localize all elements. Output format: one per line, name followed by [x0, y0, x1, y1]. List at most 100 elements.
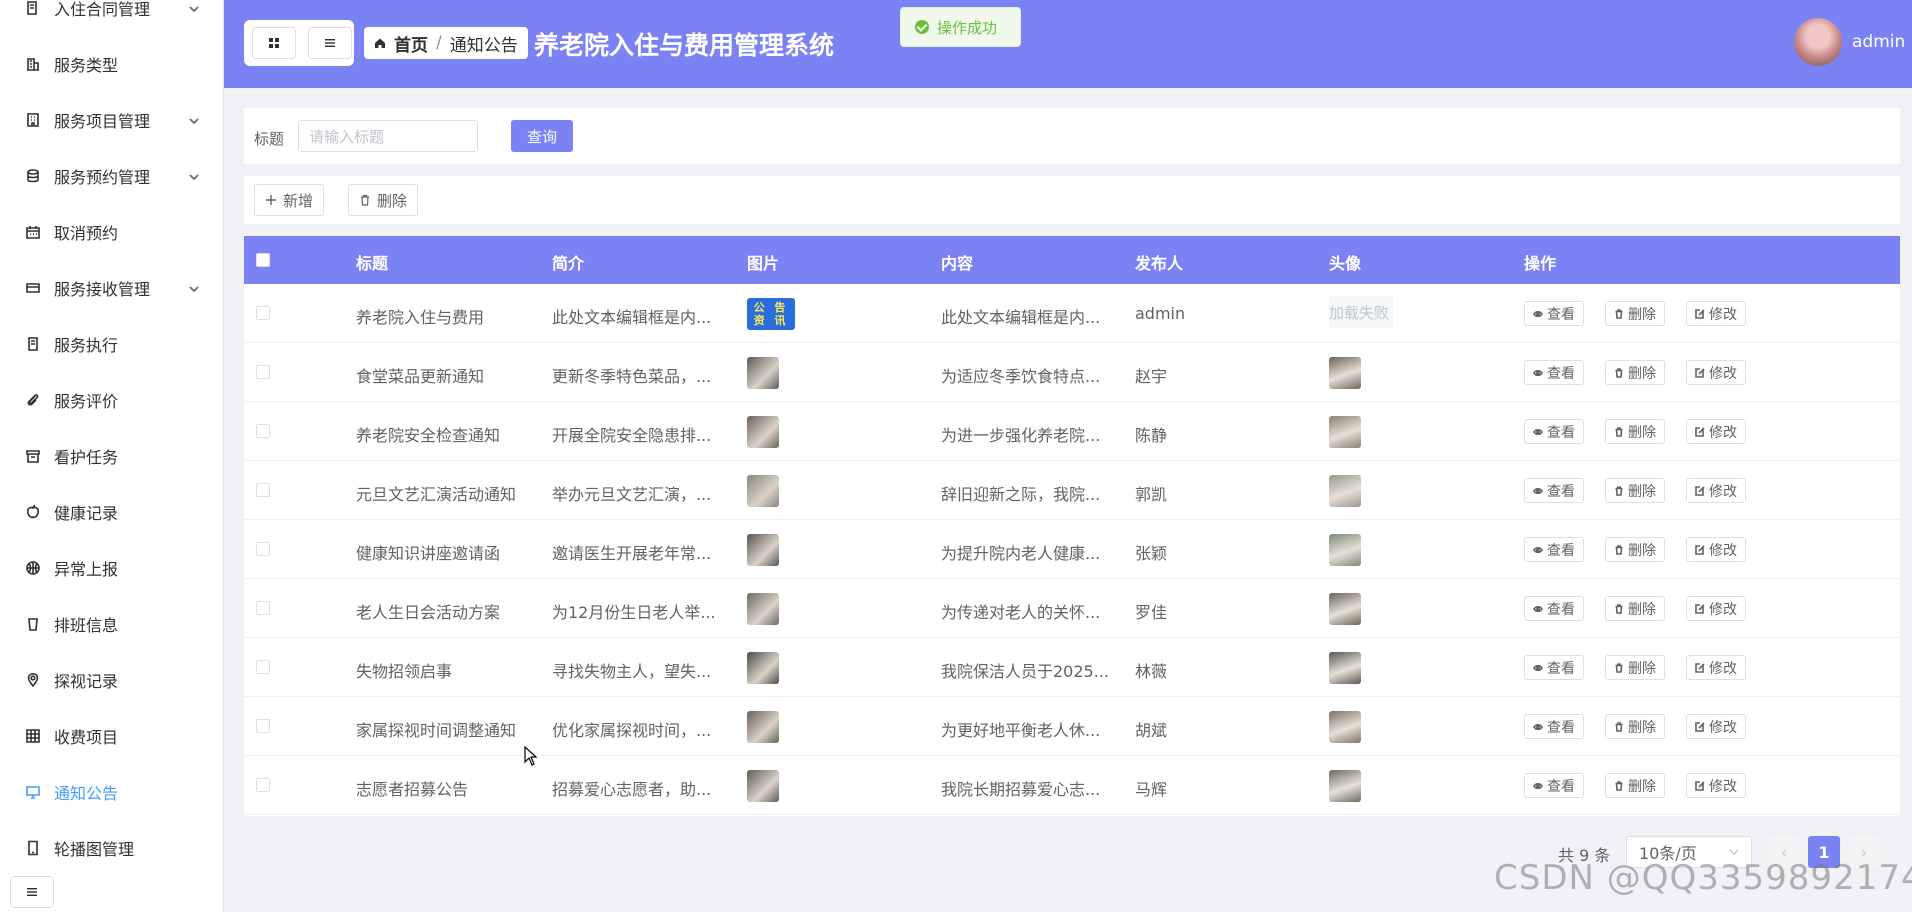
publisher-avatar[interactable] [1329, 770, 1361, 802]
row-checkbox[interactable] [256, 660, 270, 674]
publisher-avatar[interactable] [1329, 416, 1361, 448]
edit-button[interactable]: 修改 [1686, 419, 1746, 444]
edit-button-label: 修改 [1709, 365, 1737, 382]
notice-thumbnail[interactable] [747, 770, 779, 802]
table-row: 养老院入住与费用 此处文本编辑框是内... 公 告资 讯 此处文本编辑框是内... ad… [244, 284, 1900, 343]
sidebar-item-8[interactable]: 看护任务 [0, 428, 223, 484]
grid-toggle-button[interactable] [252, 27, 296, 59]
thumbnail-text-top: 公 告 [753, 301, 789, 314]
notice-thumbnail[interactable] [747, 475, 779, 507]
row-checkbox[interactable] [256, 306, 270, 320]
row-checkbox[interactable] [256, 483, 270, 497]
edit-button-label: 修改 [1709, 601, 1737, 618]
view-button[interactable]: 查看 [1524, 301, 1584, 326]
delete-button[interactable]: 删除 [1605, 301, 1665, 326]
sidebar-item-label: 健康记录 [54, 504, 119, 523]
notice-thumbnail[interactable]: 公 告资 讯 [747, 298, 795, 330]
box-icon [24, 447, 42, 465]
username[interactable]: admin [1852, 32, 1905, 52]
row-checkbox[interactable] [256, 542, 270, 556]
sidebar-item-14[interactable]: 通知公告 [0, 764, 223, 820]
select-all-checkbox[interactable] [256, 253, 270, 267]
delete-button[interactable]: 删除 [1605, 478, 1665, 503]
eye-icon [1533, 487, 1543, 494]
notice-thumbnail[interactable] [747, 534, 779, 566]
column-header-image[interactable]: 图片 [747, 250, 779, 274]
edit-button[interactable]: 修改 [1686, 655, 1746, 680]
view-button[interactable]: 查看 [1524, 596, 1584, 621]
sidebar-item-5[interactable]: 服务接收管理 [0, 260, 223, 316]
sidebar-item-3[interactable]: 服务预约管理 [0, 148, 223, 204]
edit-button[interactable]: 修改 [1686, 478, 1746, 503]
column-header-publisher[interactable]: 发布人 [1135, 250, 1183, 274]
sidebar-item-1[interactable]: 服务类型 [0, 36, 223, 92]
notice-thumbnail[interactable] [747, 711, 779, 743]
publisher-avatar[interactable] [1329, 534, 1361, 566]
notice-thumbnail[interactable] [747, 357, 779, 389]
notice-thumbnail[interactable] [747, 652, 779, 684]
publisher-avatar[interactable] [1329, 593, 1361, 625]
view-button[interactable]: 查看 [1524, 360, 1584, 385]
view-button[interactable]: 查看 [1524, 714, 1584, 739]
row-checkbox[interactable] [256, 778, 270, 792]
sidebar-item-10[interactable]: 异常上报 [0, 540, 223, 596]
sidebar-item-9[interactable]: 健康记录 [0, 484, 223, 540]
sidebar-collapse-button[interactable] [10, 876, 54, 908]
column-header-content[interactable]: 内容 [941, 250, 973, 274]
delete-button[interactable]: 删除 [1605, 714, 1665, 739]
view-button[interactable]: 查看 [1524, 419, 1584, 444]
column-header-title[interactable]: 标题 [356, 250, 388, 274]
edit-button[interactable]: 修改 [1686, 773, 1746, 798]
menu-toggle-button[interactable] [308, 27, 352, 59]
row-checkbox[interactable] [256, 601, 270, 615]
cell-title: 元旦文艺汇演活动通知 [356, 485, 517, 504]
user-avatar[interactable] [1794, 18, 1842, 66]
row-checkbox[interactable] [256, 365, 270, 379]
sidebar-item-12[interactable]: 探视记录 [0, 652, 223, 708]
delete-button[interactable]: 删除 [1605, 655, 1665, 680]
view-button-label: 查看 [1547, 542, 1575, 559]
sidebar-item-6[interactable]: 服务执行 [0, 316, 223, 372]
sidebar-item-7[interactable]: 服务评价 [0, 372, 223, 428]
delete-button[interactable]: 删除 [1605, 773, 1665, 798]
calendar-icon [24, 223, 42, 241]
delete-button[interactable]: 删除 [1605, 419, 1665, 444]
view-button[interactable]: 查看 [1524, 537, 1584, 562]
edit-button[interactable]: 修改 [1686, 596, 1746, 621]
breadcrumb-home[interactable]: 首页 [394, 31, 428, 56]
view-button[interactable]: 查看 [1524, 773, 1584, 798]
delete-button[interactable]: 删除 [1605, 537, 1665, 562]
edit-button[interactable]: 修改 [1686, 537, 1746, 562]
column-header-intro[interactable]: 简介 [552, 250, 584, 274]
edit-button[interactable]: 修改 [1686, 714, 1746, 739]
search-title-input[interactable]: 请输入标题 [298, 120, 478, 152]
publisher-avatar[interactable] [1329, 475, 1361, 507]
sidebar-item-15[interactable]: 轮播图管理 [0, 820, 223, 876]
apple-icon [24, 503, 42, 521]
add-button[interactable]: 新增 [254, 184, 325, 216]
batch-delete-button[interactable]: 删除 [348, 184, 419, 216]
notice-thumbnail[interactable] [747, 416, 779, 448]
sidebar-item-2[interactable]: 服务项目管理 [0, 92, 223, 148]
notice-thumbnail[interactable] [747, 593, 779, 625]
delete-button[interactable]: 删除 [1605, 596, 1665, 621]
edit-button[interactable]: 修改 [1686, 301, 1746, 326]
edit-button[interactable]: 修改 [1686, 360, 1746, 385]
view-button[interactable]: 查看 [1524, 478, 1584, 503]
sidebar-item-0[interactable]: 入住合同管理 [0, 0, 223, 36]
delete-button-label: 删除 [1628, 778, 1656, 795]
delete-button[interactable]: 删除 [1605, 360, 1665, 385]
row-checkbox[interactable] [256, 719, 270, 733]
search-button[interactable]: 查询 [511, 120, 573, 152]
view-button[interactable]: 查看 [1524, 655, 1584, 680]
row-checkbox[interactable] [256, 424, 270, 438]
cell-content: 辞旧迎新之际，我院... [941, 485, 1101, 504]
publisher-avatar[interactable] [1329, 357, 1361, 389]
publisher-avatar[interactable] [1329, 711, 1361, 743]
cell-title: 家属探视时间调整通知 [356, 721, 517, 740]
sidebar-item-4[interactable]: 取消预约 [0, 204, 223, 260]
publisher-avatar[interactable] [1329, 652, 1361, 684]
sidebar-item-11[interactable]: 排班信息 [0, 596, 223, 652]
sidebar-item-13[interactable]: 收费项目 [0, 708, 223, 764]
column-header-avatar[interactable]: 头像 [1329, 250, 1361, 274]
